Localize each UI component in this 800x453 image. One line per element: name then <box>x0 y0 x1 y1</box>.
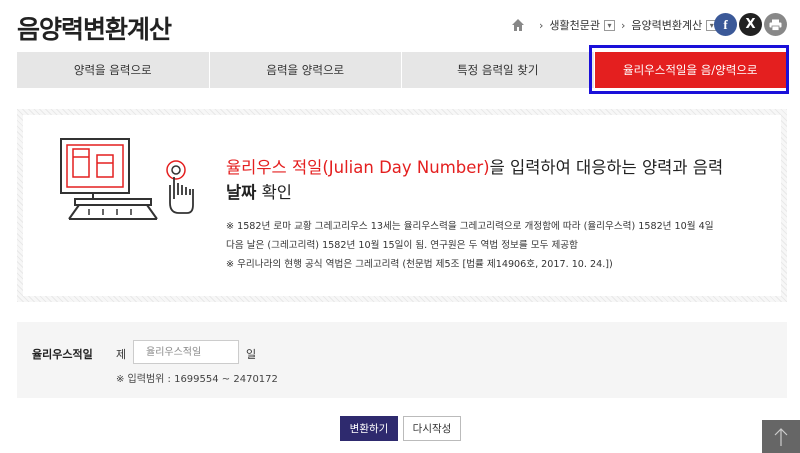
page-title: 음양력변환계산 <box>17 15 172 44</box>
chevron-down-icon[interactable]: ▾ <box>604 19 616 31</box>
info-note-1: ※ 1582년 로마 교황 그레고리우스 13세는 율리우스력을 그레고리력으로… <box>226 221 714 232</box>
info-heading-bold: 날짜 <box>226 183 257 202</box>
julian-day-input[interactable] <box>133 340 239 364</box>
info-heading-tail: 확인 <box>256 183 292 202</box>
julian-prefix: 제 <box>116 348 127 361</box>
breadcrumb-item-category[interactable]: 생활천문관 <box>549 17 600 33</box>
home-icon[interactable] <box>511 18 525 32</box>
julian-day-label: 율리우스적일 <box>32 348 93 361</box>
arrow-up-icon <box>774 427 788 446</box>
input-range-note: ※ 입력범위 : 1699554 ~ 2470172 <box>116 374 278 385</box>
scroll-to-top-button[interactable] <box>762 420 800 453</box>
print-icon[interactable] <box>764 13 787 36</box>
computer-touch-illustration-icon <box>60 138 194 220</box>
info-note-2: ※ 우리나라의 현행 공식 역법은 그레고리력 (천문법 제5조 [법률 제14… <box>226 259 613 270</box>
tab-solar-to-lunar[interactable]: 양력을 음력으로 <box>17 52 210 88</box>
julian-suffix: 일 <box>246 348 257 361</box>
breadcrumb-separator: › <box>539 18 544 32</box>
active-tab-highlight <box>589 45 789 94</box>
info-description: ※ 1582년 로마 교황 그레고리우스 13세는 율리우스력을 그레고리력으로… <box>226 217 766 274</box>
info-heading-text: 을 입력하여 대응하는 양력과 음력 <box>489 158 724 177</box>
info-heading: 율리우스 적일(Julian Day Number)을 입력하여 대응하는 양력… <box>226 155 756 205</box>
info-note-1-cont: 다음 날은 (그레고리력) 1582년 10월 15일이 됨. 연구원은 두 역… <box>226 240 578 251</box>
tab-find-lunar-date[interactable]: 특정 음력일 찾기 <box>402 52 595 88</box>
breadcrumb-separator: › <box>621 18 626 32</box>
breadcrumb: › 생활천문관 ▾ › 음양력변환계산 ▾ <box>511 15 718 35</box>
facebook-icon[interactable]: f <box>714 13 737 36</box>
julian-form: 율리우스적일 제 일 ※ 입력범위 : 1699554 ~ 2470172 <box>17 322 787 398</box>
x-twitter-icon[interactable]: X <box>739 13 762 36</box>
tab-lunar-to-solar[interactable]: 음력을 양력으로 <box>209 52 402 88</box>
breadcrumb-item-current[interactable]: 음양력변환계산 <box>631 17 702 33</box>
convert-button[interactable]: 변환하기 <box>340 416 398 441</box>
info-panel: 율리우스 적일(Julian Day Number)을 입력하여 대응하는 양력… <box>17 109 787 302</box>
info-heading-highlight: 율리우스 적일(Julian Day Number) <box>226 158 490 177</box>
reset-button[interactable]: 다시작성 <box>403 416 461 441</box>
